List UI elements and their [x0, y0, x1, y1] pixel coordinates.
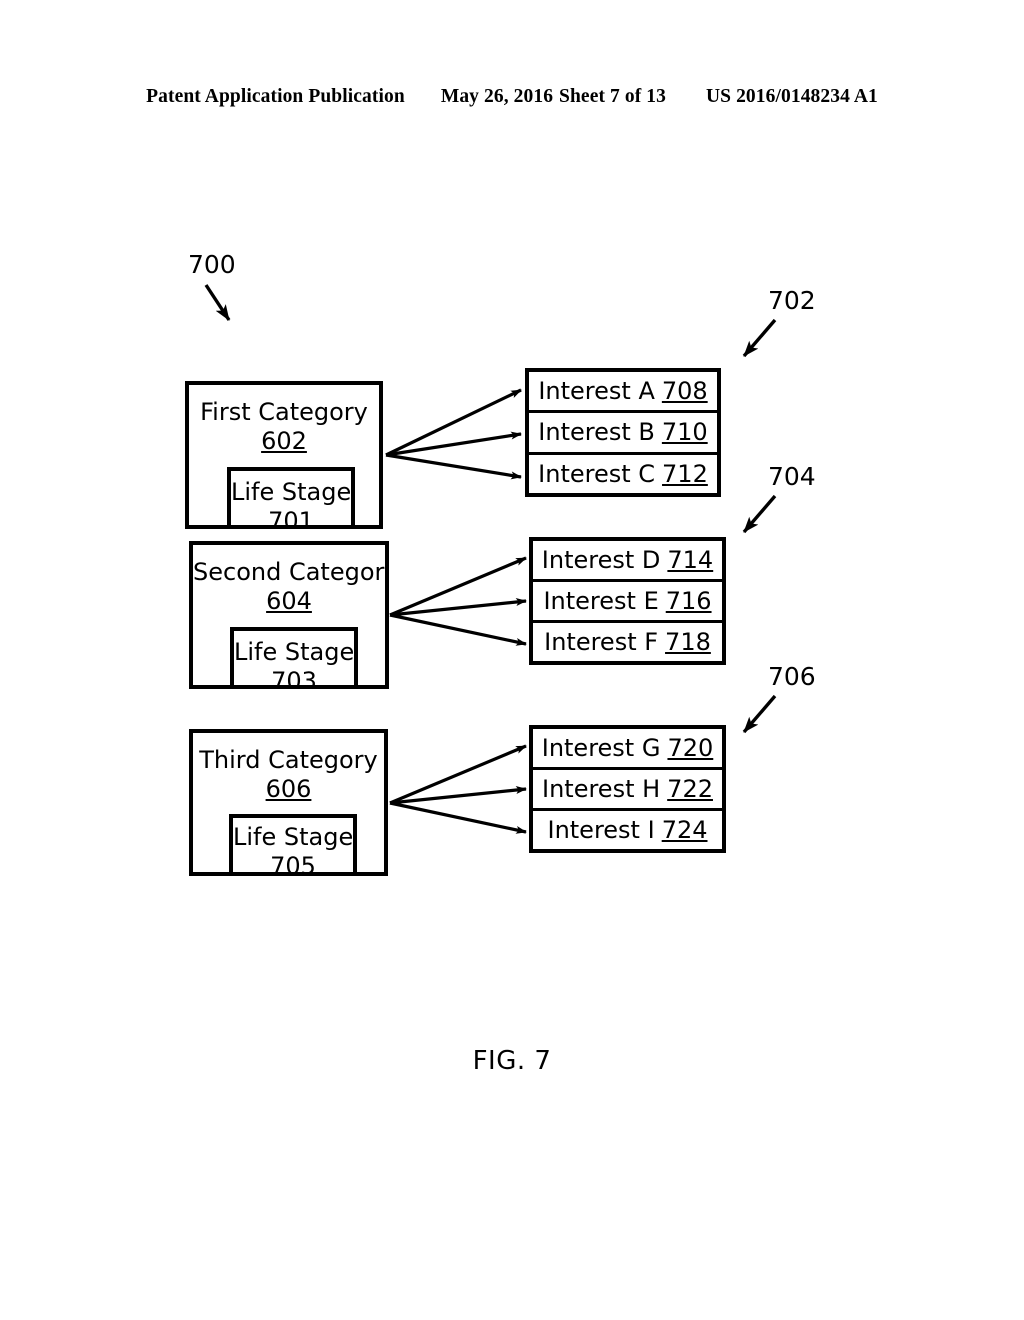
interest-label: Interest A	[538, 377, 655, 406]
leader-line-706	[742, 694, 777, 734]
lifestage-number-first: 701	[268, 507, 314, 529]
ref-number-702: 702	[768, 286, 816, 315]
lifestage-title-third: Life Stage	[233, 823, 354, 851]
interest-row[interactable]: Interest H 722	[533, 770, 722, 811]
category-box-first[interactable]: First Category 602 Life Stage 701	[185, 381, 383, 529]
interest-number: 724	[661, 816, 708, 844]
ref-number-700: 700	[188, 250, 236, 279]
patent-figure-page: Patent Application Publication May 26, 2…	[0, 0, 1024, 1320]
interest-row[interactable]: Interest B 710	[529, 413, 717, 455]
interest-number: 710	[661, 418, 708, 447]
lifestage-box-third[interactable]: Life Stage 705	[229, 814, 357, 876]
interest-number: 722	[667, 775, 713, 803]
interest-number: 716	[665, 587, 712, 615]
interest-row[interactable]: Interest D 714	[533, 541, 722, 582]
leader-line-702	[742, 318, 777, 358]
connector-group-3	[389, 744, 527, 834]
interest-number: 712	[662, 459, 708, 488]
interest-group-702: Interest A 708 Interest B 710 Interest C…	[525, 368, 721, 497]
lifestage-number-second: 703	[271, 667, 317, 689]
interest-row[interactable]: Interest G 720	[533, 729, 722, 770]
interest-number: 720	[667, 734, 714, 762]
category-box-second[interactable]: Second Category 604 Life Stage 703	[189, 541, 389, 689]
leader-line-704	[742, 494, 777, 534]
interest-label: Interest G	[541, 734, 661, 762]
connector-group-2	[389, 556, 527, 646]
interest-row[interactable]: Interest E 716	[533, 582, 722, 623]
ref-number-706: 706	[768, 662, 816, 691]
connector-arrows	[204, 284, 777, 834]
interest-group-706: Interest G 720 Interest H 722 Interest I…	[529, 725, 726, 853]
interest-row[interactable]: Interest A 708	[529, 372, 717, 414]
lifestage-box-second[interactable]: Life Stage 703	[230, 627, 358, 689]
interest-label: Interest H	[542, 775, 661, 803]
connector-group-1	[385, 388, 522, 480]
leader-line-700	[204, 284, 231, 321]
ref-number-704: 704	[768, 462, 816, 491]
category-box-third[interactable]: Third Category 606 Life Stage 705	[189, 729, 388, 876]
category-title-third: Third Category	[199, 746, 378, 774]
figure-caption: FIG. 7	[472, 1046, 552, 1076]
category-number-second: 604	[266, 587, 312, 615]
interest-label: Interest C	[538, 459, 656, 488]
lifestage-number-third: 705	[270, 852, 316, 876]
lifestage-box-first[interactable]: Life Stage 701	[227, 467, 355, 529]
interest-number: 714	[667, 546, 714, 574]
category-title-second: Second Category	[193, 558, 389, 586]
category-number-first: 602	[261, 427, 307, 455]
interest-number: 708	[661, 377, 708, 406]
lifestage-title-second: Life Stage	[234, 638, 355, 666]
interest-group-704: Interest D 714 Interest E 716 Interest F…	[529, 537, 726, 665]
interest-label: Interest I	[547, 816, 655, 844]
category-number-third: 606	[265, 775, 312, 803]
lifestage-title-first: Life Stage	[231, 478, 352, 506]
interest-label: Interest E	[543, 587, 659, 615]
interest-label: Interest D	[541, 546, 661, 574]
interest-number: 718	[665, 628, 711, 656]
interest-label: Interest F	[544, 628, 659, 656]
category-title-first: First Category	[200, 398, 368, 426]
interest-row[interactable]: Interest C 712	[529, 455, 717, 493]
interest-label: Interest B	[538, 418, 655, 447]
figure-diagram: 700 702 704 706 First Category 602 Life …	[0, 0, 1024, 1320]
interest-row[interactable]: Interest F 718	[533, 623, 722, 661]
interest-row[interactable]: Interest I 724	[533, 811, 722, 849]
